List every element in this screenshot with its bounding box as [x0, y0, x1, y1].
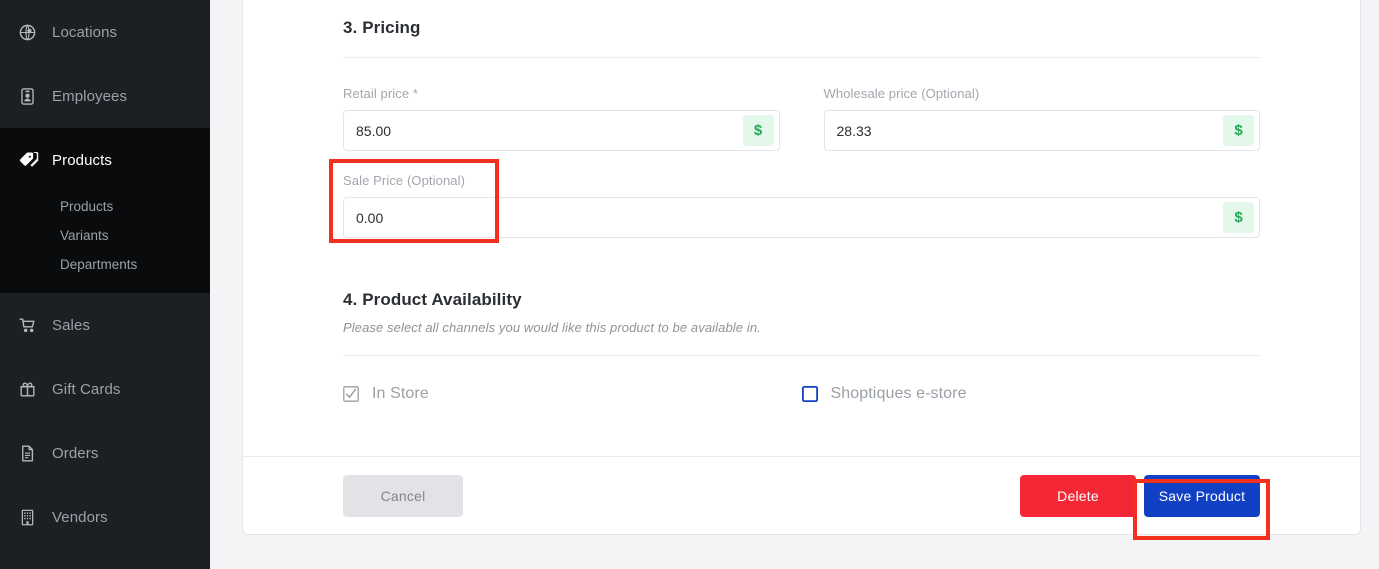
id-badge-icon: [18, 87, 52, 106]
sidebar-subitem-label: Departments: [60, 257, 138, 272]
sidebar-item-label: Employees: [52, 87, 128, 105]
channel-label: In Store: [372, 385, 429, 402]
retail-price-input[interactable]: [344, 111, 743, 150]
sidebar-subitem-variants[interactable]: Variants: [0, 221, 210, 250]
sidebar-item-label: Vendors: [52, 508, 108, 526]
sidebar-item-label: Locations: [52, 23, 118, 41]
sidebar-subnav-products: Products Variants Departments: [0, 192, 210, 293]
building-icon: [18, 508, 52, 527]
pricing-section-title: 3. Pricing: [343, 18, 421, 37]
channel-e-store[interactable]: Shoptiques e-store: [801, 385, 1261, 403]
sidebar-item-vendors[interactable]: Vendors: [0, 485, 210, 549]
sidebar-subitem-departments[interactable]: Departments: [0, 250, 210, 279]
wholesale-price-input-wrap[interactable]: $: [823, 110, 1260, 151]
sidebar-item-label: Orders: [52, 444, 99, 462]
sidebar-item-gift-cards[interactable]: Gift Cards: [0, 357, 210, 421]
wholesale-price-input[interactable]: [824, 111, 1223, 150]
gift-icon: [18, 380, 52, 399]
availability-divider: [343, 355, 1260, 356]
app-root: Locations Employees Products Products Va…: [0, 0, 1379, 569]
sale-price-input-wrap[interactable]: $: [343, 197, 1260, 238]
retail-price-input-wrap[interactable]: $: [343, 110, 780, 151]
sidebar-item-locations[interactable]: Locations: [0, 0, 210, 64]
pricing-divider: [343, 57, 1260, 58]
sidebar-subitem-label: Variants: [60, 228, 109, 243]
product-form-card: 3. Pricing Retail price * $ Wholesale pr…: [242, 0, 1361, 535]
cancel-button[interactable]: Cancel: [343, 474, 463, 517]
sale-price-input[interactable]: [344, 198, 1223, 237]
sidebar-item-label: Sales: [52, 316, 91, 334]
channel-in-store[interactable]: In Store: [343, 385, 802, 403]
channel-list: In Store Shoptiques e-store: [343, 385, 1260, 456]
sidebar-item-label: Gift Cards: [52, 380, 121, 398]
retail-price-label: Retail price *: [343, 86, 419, 101]
checkbox-checked-icon[interactable]: [343, 386, 359, 402]
form-footer: Cancel Delete Save Product: [243, 456, 1360, 534]
wholesale-price-field: Wholesale price (Optional) $: [823, 86, 1260, 151]
pricing-row-2: Sale Price (Optional) $: [343, 173, 1260, 238]
price-tag-icon: [18, 149, 52, 171]
sale-price-field: Sale Price (Optional) $: [343, 173, 1260, 238]
pricing-row-1: Retail price * $ Wholesale price (Option…: [343, 86, 1260, 151]
delete-button[interactable]: Delete: [1020, 474, 1136, 517]
sidebar-subitem-products[interactable]: Products: [0, 192, 210, 221]
shopping-cart-icon: [18, 315, 52, 335]
sidebar-item-employees[interactable]: Employees: [0, 64, 210, 128]
save-product-button[interactable]: Save Product: [1144, 474, 1260, 517]
card-body: 3. Pricing Retail price * $ Wholesale pr…: [243, 0, 1360, 456]
retail-price-field: Retail price * $: [343, 86, 780, 151]
sale-price-label: Sale Price (Optional): [343, 173, 466, 188]
availability-section: 4. Product Availability Please select al…: [343, 290, 1260, 456]
dollar-suffix-icon: $: [1223, 202, 1254, 233]
document-icon: [18, 444, 52, 463]
footer-actions: Delete Save Product: [1020, 474, 1260, 517]
availability-description: Please select all channels you would lik…: [343, 320, 761, 335]
sidebar: Locations Employees Products Products Va…: [0, 0, 210, 569]
availability-section-title: 4. Product Availability: [343, 290, 522, 309]
sidebar-item-products[interactable]: Products: [0, 128, 210, 192]
globe-icon: [18, 23, 52, 42]
channel-label: Shoptiques e-store: [830, 385, 967, 402]
sidebar-item-sales[interactable]: Sales: [0, 293, 210, 357]
wholesale-price-label: Wholesale price (Optional): [823, 86, 980, 101]
dollar-suffix-icon: $: [742, 115, 774, 146]
sidebar-item-label: Products: [52, 151, 112, 169]
sidebar-item-orders[interactable]: Orders: [0, 421, 210, 485]
sidebar-subitem-label: Products: [60, 199, 114, 214]
checkbox-unchecked-icon[interactable]: [801, 385, 818, 402]
dollar-suffix-icon: $: [1223, 115, 1254, 146]
main-content: 3. Pricing Retail price * $ Wholesale pr…: [210, 0, 1379, 569]
